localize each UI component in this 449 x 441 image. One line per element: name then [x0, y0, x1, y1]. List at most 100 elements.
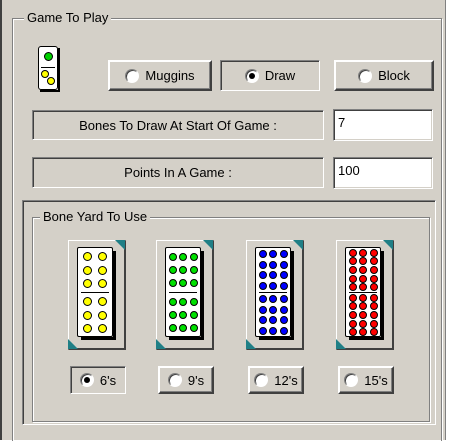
pip: [258, 305, 267, 314]
bone-set-9s-radio[interactable]: 9's: [158, 366, 214, 394]
pip: [369, 248, 378, 257]
pip: [168, 311, 177, 319]
pip: [258, 271, 267, 280]
tile-corner: [203, 240, 213, 250]
pip: [348, 248, 357, 257]
pip: [369, 266, 378, 274]
pip: [97, 323, 107, 333]
bone-set-6s-radio[interactable]: 6's: [70, 366, 126, 394]
pip: [97, 297, 107, 307]
domino-icon: [38, 46, 60, 92]
bone-set-tile-6s[interactable]: [68, 240, 126, 350]
pip: [97, 252, 107, 262]
pip: [369, 328, 378, 337]
pip: [83, 310, 93, 320]
bone-set-label: 9's: [187, 372, 205, 388]
domino-15s-icon: [345, 247, 384, 340]
dialog-panel: Game To Play Muggins Draw Block Bones To…: [0, 0, 445, 441]
tile-corner: [156, 339, 166, 349]
pip: [359, 293, 367, 302]
radio-indicator: [244, 68, 259, 83]
pip: [359, 328, 367, 337]
pip: [279, 295, 288, 304]
mode-label: Muggins: [145, 68, 195, 83]
pip: [279, 316, 288, 325]
pip: [369, 274, 378, 283]
bone-set-tile-15s[interactable]: [336, 240, 394, 350]
pip: [348, 266, 357, 274]
pip: [269, 295, 277, 304]
pip: [348, 311, 357, 319]
pip: [359, 283, 367, 292]
pip: [83, 297, 93, 307]
pip: [258, 295, 267, 304]
pip: [83, 323, 93, 333]
radio-indicator: [125, 68, 140, 83]
bone-set-tile-12s[interactable]: [246, 240, 304, 350]
pip: [279, 250, 288, 259]
domino-9s-icon: [165, 247, 204, 340]
points-in-game-field[interactable]: 100: [333, 157, 433, 189]
bone-set-label: 15's: [364, 372, 388, 388]
pip: [269, 271, 277, 280]
game-to-play-title: Game To Play: [24, 10, 112, 26]
pip: [258, 281, 267, 290]
pip: [369, 319, 378, 328]
pip: [369, 302, 378, 311]
pip: [269, 305, 277, 314]
pip: [369, 311, 378, 319]
pip: [83, 278, 93, 288]
pip: [189, 279, 198, 287]
pip: [348, 319, 357, 328]
bones-to-draw-field[interactable]: 7: [333, 109, 433, 141]
pip: [369, 293, 378, 302]
pip: [179, 311, 187, 319]
pip: [369, 283, 378, 292]
bone-set-15s-radio[interactable]: 15's: [338, 366, 394, 394]
pip: [97, 265, 107, 275]
pip: [83, 252, 93, 262]
pip: [359, 274, 367, 283]
pip: [269, 260, 277, 269]
radio-indicator: [79, 373, 94, 387]
pip: [168, 298, 177, 306]
pip: [348, 274, 357, 283]
pip: [359, 266, 367, 274]
pip: [189, 253, 198, 261]
bone-set-label: 12's: [274, 372, 298, 388]
panel-edge: [0, 0, 2, 440]
pip: [348, 257, 357, 266]
tile-corner: [115, 240, 125, 250]
pip: [359, 319, 367, 328]
mode-muggins-radio[interactable]: Muggins: [108, 60, 212, 91]
tile-corner: [68, 339, 78, 349]
pip: [269, 316, 277, 325]
pip: [348, 293, 357, 302]
panel-right-edge: [445, 0, 449, 440]
pip: [279, 260, 288, 269]
pip: [97, 278, 107, 288]
points-in-game-label: Points In A Game :: [32, 157, 324, 188]
mode-block-radio[interactable]: Block: [334, 60, 434, 91]
pip: [269, 281, 277, 290]
pip: [279, 271, 288, 280]
bones-to-draw-label: Bones To Draw At Start Of Game :: [32, 110, 324, 140]
mode-label: Draw: [264, 68, 296, 83]
bone-set-tile-9s[interactable]: [156, 240, 214, 350]
tile-corner: [383, 240, 393, 250]
tile-corner: [293, 240, 303, 250]
pip: [359, 257, 367, 266]
pip: [258, 316, 267, 325]
bone-set-12s-radio[interactable]: 12's: [248, 366, 304, 394]
pip: [348, 302, 357, 311]
pip: [168, 324, 177, 332]
radio-indicator: [254, 373, 269, 387]
pip: [279, 326, 288, 335]
pip: [97, 310, 107, 320]
pip: [189, 311, 198, 319]
mode-draw-radio[interactable]: Draw: [220, 60, 320, 91]
pip: [258, 326, 267, 335]
radio-indicator: [167, 373, 182, 387]
pip: [279, 281, 288, 290]
domino-12s-icon: [255, 247, 294, 340]
